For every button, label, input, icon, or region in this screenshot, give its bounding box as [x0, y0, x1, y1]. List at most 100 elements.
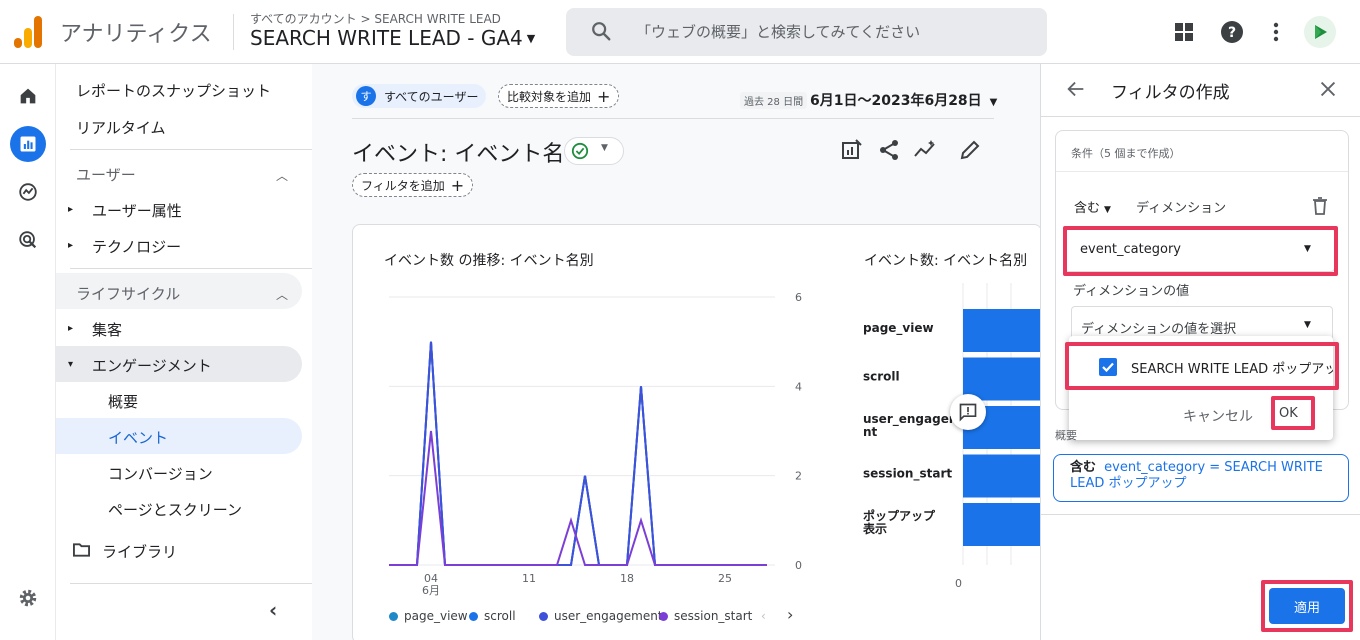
apps-grid-icon[interactable] — [1170, 18, 1198, 46]
segment-chip[interactable]: す すべてのユーザー — [352, 84, 487, 108]
search-bar[interactable] — [566, 8, 1047, 56]
y-tick-label: 6 — [795, 291, 802, 304]
legend-label: session_start — [674, 609, 753, 623]
caret-down-icon: ▼ — [989, 97, 998, 108]
match-type-dropdown[interactable]: 含む ▼ — [1074, 197, 1111, 216]
plus-icon: + — [597, 86, 611, 106]
left-rail — [0, 64, 56, 640]
nav-section-lifecycle[interactable]: ライフサイクル — [76, 283, 180, 304]
chevron-up-icon[interactable]: ︿ — [276, 167, 288, 184]
chevron-up-icon[interactable]: ︿ — [276, 286, 288, 303]
reports-icon[interactable] — [10, 126, 46, 162]
account-avatar[interactable] — [1304, 16, 1336, 48]
date-range-picker[interactable]: 6月1日～2023年6月28日 ▼ — [810, 90, 997, 110]
nav-section-user[interactable]: ユーザー — [76, 164, 136, 185]
nav-library[interactable]: ライブラリ — [102, 541, 177, 562]
nav-conversions[interactable]: コンバージョン — [108, 463, 213, 484]
collapse-nav-icon[interactable]: ‹ — [269, 598, 277, 622]
app-name: アナリティクス — [60, 22, 212, 47]
delete-icon[interactable] — [1312, 197, 1328, 215]
nav-user-attributes[interactable]: ユーザー属性 — [92, 200, 182, 221]
filter-panel: フィルタの作成 条件（5 個まで作成） 含む ▼ ディメンション event_ca… — [1040, 64, 1360, 640]
account-breadcrumb[interactable]: すべてのアカウント > SEARCH WRITE LEAD — [250, 10, 501, 27]
date-range-value: 6月1日～2023年6月28日 — [810, 93, 982, 109]
report-nav: レポートのスナップショット リアルタイム ユーザー ︿ ▸ ユーザー属性 ▸ テ… — [56, 64, 346, 640]
bar-scroll — [963, 357, 1041, 401]
series-line-scroll — [389, 341, 767, 566]
x-month-label: 6月 — [422, 584, 440, 597]
highlight-box — [1271, 396, 1315, 430]
nav-events-bg — [56, 418, 302, 454]
x-tick-label: 18 — [620, 572, 634, 585]
line-chart[interactable]: 024604 11 18 256月 — [353, 225, 833, 605]
bar-category-label: page_view — [863, 321, 934, 336]
svg-text:?: ? — [1228, 25, 1236, 41]
property-selector[interactable]: SEARCH WRITE LEAD - GA4 ▼ — [250, 26, 535, 50]
panel-title: フィルタの作成 — [1111, 83, 1230, 103]
bar-session_start — [963, 454, 1041, 498]
add-filter-button[interactable]: フィルタを追加 + — [352, 173, 474, 197]
feedback-button[interactable] — [950, 394, 986, 430]
top-bar: アナリティクス すべてのアカウント > SEARCH WRITE LEAD SE… — [0, 0, 1360, 64]
legend-item-scroll[interactable]: scroll — [469, 609, 516, 623]
gear-icon[interactable] — [10, 580, 46, 616]
add-comparison-button[interactable]: 比較対象を追加 + — [498, 84, 620, 108]
nav-realtime[interactable]: リアルタイム — [76, 117, 166, 138]
more-vert-icon[interactable] — [1262, 18, 1290, 46]
share-icon[interactable] — [877, 138, 901, 162]
add-filter-label: フィルタを追加 — [361, 178, 445, 193]
bar-category-label: 表示 — [862, 521, 887, 536]
search-icon — [592, 22, 611, 41]
status-dropdown[interactable]: ▼ — [564, 137, 624, 165]
x-tick-label: 0 — [955, 577, 962, 590]
series-line-page_view — [389, 341, 767, 566]
divider — [1056, 171, 1348, 172]
legend-item-page_view[interactable]: page_view — [389, 609, 468, 623]
caret-down-icon: ▼ — [1304, 320, 1311, 330]
cancel-button[interactable]: キャンセル — [1183, 406, 1253, 426]
chart-card: イベント数 の推移: イベント名別 イベント数: イベント名別 0 2 4 6 04 11… — [352, 224, 1042, 640]
search-input[interactable] — [636, 18, 1026, 46]
y-tick-label: 4 — [795, 380, 802, 393]
nav-events[interactable]: イベント — [108, 427, 168, 448]
bar-ポップアップ表示 — [963, 503, 1041, 546]
caret-down-icon: ▼ — [1104, 205, 1111, 215]
collapse-arrow-icon[interactable]: ▾ — [68, 359, 73, 370]
back-arrow-icon[interactable] — [1065, 78, 1087, 100]
explore-icon[interactable] — [10, 174, 46, 210]
values-placeholder: ディメンションの値を選択 — [1081, 322, 1237, 337]
y-tick-label: 0 — [795, 559, 802, 572]
nav-technology[interactable]: テクノロジー — [92, 236, 181, 257]
bar-category-label: nt — [863, 425, 878, 439]
customize-report-icon[interactable] — [840, 138, 864, 162]
legend-swatch — [389, 611, 398, 621]
caret-down-icon: ▼ — [601, 143, 608, 153]
expand-arrow-icon[interactable]: ▸ — [68, 204, 73, 215]
expand-arrow-icon[interactable]: ▸ — [68, 240, 73, 251]
nav-engagement[interactable]: エンゲージメント — [92, 355, 212, 376]
highlight-box — [1065, 342, 1339, 390]
home-icon[interactable] — [10, 78, 46, 114]
x-tick-label: 25 — [718, 572, 732, 585]
property-name: SEARCH WRITE LEAD - GA4 — [250, 26, 523, 50]
expand-arrow-icon[interactable]: ▸ — [68, 323, 73, 334]
bar-chart[interactable]: page_viewscrolluser_engagementsession_st… — [843, 225, 1042, 605]
legend-item-user_engagement[interactable]: user_engagement — [539, 609, 663, 623]
y-tick-label: 2 — [795, 470, 802, 483]
caret-down-icon: ▼ — [526, 32, 536, 45]
conditions-note: 条件（5 個まで作成） — [1071, 147, 1181, 160]
nav-overview[interactable]: 概要 — [108, 391, 138, 412]
legend-next-icon[interactable]: › — [787, 605, 793, 624]
legend-prev-icon[interactable]: ‹ — [761, 609, 766, 623]
nav-pages-screens[interactable]: ページとスクリーン — [108, 499, 242, 520]
nav-acquisition[interactable]: 集客 — [92, 319, 122, 340]
edit-pencil-icon[interactable] — [958, 138, 982, 162]
help-icon[interactable]: ? — [1218, 18, 1246, 46]
close-icon[interactable] — [1317, 78, 1339, 100]
insights-icon[interactable] — [913, 138, 937, 162]
legend-item-session_start[interactable]: session_start — [659, 609, 752, 623]
nav-snapshot[interactable]: レポートのスナップショット — [76, 80, 271, 101]
advertising-icon[interactable] — [10, 222, 46, 258]
analytics-logo-icon[interactable] — [14, 16, 42, 48]
main-content: す すべてのユーザー 比較対象を追加 + 過去 28 日間 6月1日～2023年… — [312, 64, 1042, 640]
